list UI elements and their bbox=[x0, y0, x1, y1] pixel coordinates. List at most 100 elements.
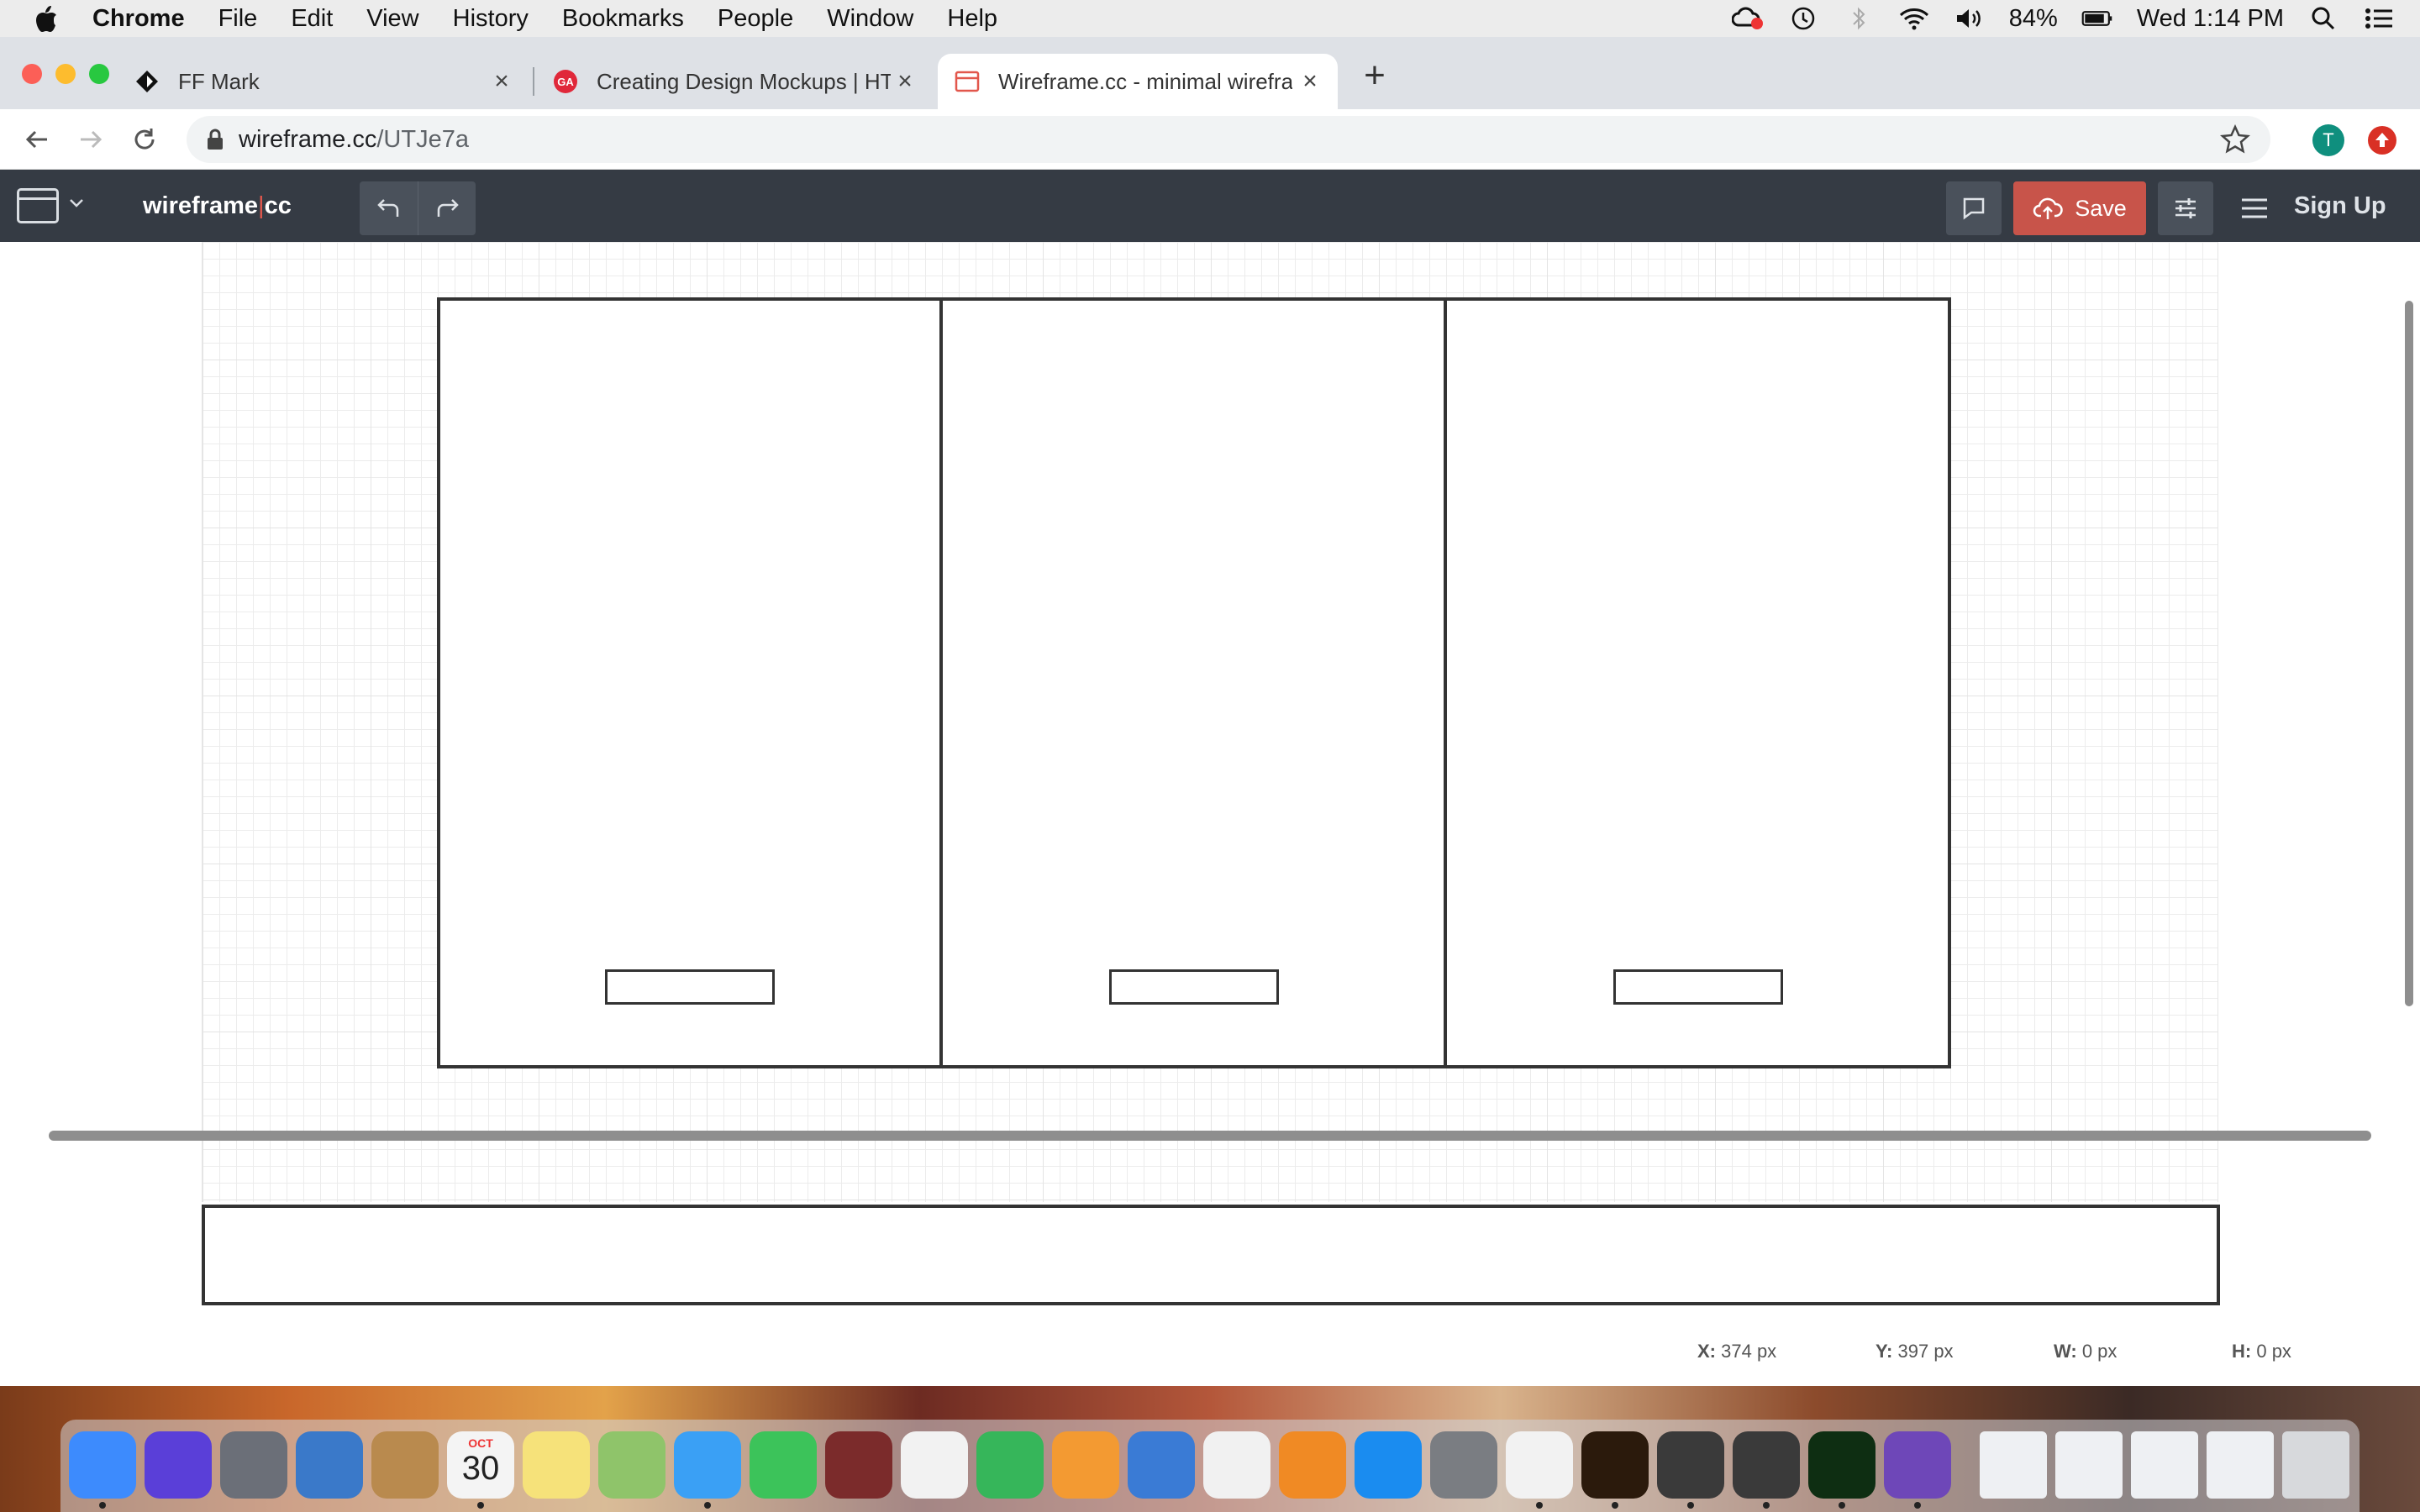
menu-app-name[interactable]: Chrome bbox=[92, 5, 185, 33]
volume-icon[interactable] bbox=[1954, 6, 1986, 31]
wireframe-column-box[interactable] bbox=[939, 297, 1447, 1068]
tab-wireframe-cc[interactable]: Wireframe.cc - minimal wirefra × bbox=[938, 54, 1338, 109]
new-tab-button[interactable]: + bbox=[1360, 57, 1390, 94]
running-indicator bbox=[1536, 1502, 1543, 1509]
tab-close-icon[interactable]: × bbox=[892, 69, 918, 94]
size-w-value: 0 px bbox=[2081, 1341, 2118, 1362]
menu-people[interactable]: People bbox=[718, 5, 793, 33]
sliders-icon bbox=[2175, 198, 2196, 218]
running-indicator bbox=[1763, 1502, 1770, 1509]
tab-close-icon[interactable]: × bbox=[489, 69, 514, 94]
save-button[interactable]: Save bbox=[2013, 181, 2146, 235]
battery-icon[interactable] bbox=[2081, 6, 2113, 31]
lock-icon[interactable] bbox=[203, 128, 227, 151]
coord-x-value: 374 px bbox=[1721, 1341, 1777, 1362]
menu-edit[interactable]: Edit bbox=[291, 5, 333, 33]
system-preferences-icon[interactable] bbox=[1430, 1431, 1497, 1499]
launchpad-icon[interactable] bbox=[220, 1431, 287, 1499]
messages-icon[interactable] bbox=[674, 1431, 741, 1499]
reload-button[interactable] bbox=[128, 123, 161, 156]
chrome-update-icon[interactable] bbox=[2368, 126, 2396, 155]
recent-window-thumbnail[interactable] bbox=[2207, 1431, 2274, 1499]
chrome-icon[interactable] bbox=[1506, 1431, 1573, 1499]
recent-window-thumbnail[interactable] bbox=[2131, 1431, 2198, 1499]
photos-icon[interactable] bbox=[901, 1431, 968, 1499]
clock[interactable]: Wed 1:14 PM bbox=[2137, 5, 2284, 33]
maps-icon[interactable] bbox=[598, 1431, 666, 1499]
tab-close-icon[interactable]: × bbox=[1297, 69, 1323, 94]
keynote-icon[interactable] bbox=[1128, 1431, 1195, 1499]
wireframe-button-box[interactable] bbox=[605, 969, 775, 1005]
github-icon[interactable] bbox=[1884, 1431, 1951, 1499]
horizontal-scrollbar[interactable] bbox=[49, 1131, 2371, 1141]
wifi-icon[interactable] bbox=[1898, 6, 1930, 31]
back-arrow-icon bbox=[25, 130, 47, 149]
tab-ff-mark[interactable]: FF Mark × bbox=[134, 54, 529, 109]
notes-icon[interactable] bbox=[523, 1431, 590, 1499]
menu-history[interactable]: History bbox=[453, 5, 529, 33]
sign-up-link[interactable]: Sign Up bbox=[2294, 192, 2386, 220]
wireframe-button-box[interactable] bbox=[1109, 969, 1279, 1005]
hamburger-menu-button[interactable] bbox=[2233, 181, 2275, 235]
dreamweaver-icon[interactable] bbox=[1808, 1431, 1876, 1499]
wireframe-footer-box[interactable] bbox=[202, 1205, 2220, 1305]
sublime-icon-2[interactable] bbox=[1733, 1431, 1800, 1499]
browser-toolbar: wireframe.cc/UTJe7a T bbox=[0, 109, 2420, 170]
finder-icon[interactable] bbox=[69, 1431, 136, 1499]
close-window-button[interactable] bbox=[22, 64, 42, 84]
url-text[interactable]: wireframe.cc/UTJe7a bbox=[239, 126, 469, 154]
menu-bookmarks[interactable]: Bookmarks bbox=[562, 5, 684, 33]
apple-icon[interactable] bbox=[34, 4, 59, 33]
address-bar[interactable]: wireframe.cc/UTJe7a bbox=[187, 116, 2270, 163]
forward-button[interactable] bbox=[74, 123, 108, 156]
itunes-icon[interactable] bbox=[1203, 1431, 1270, 1499]
menu-help[interactable]: Help bbox=[947, 5, 997, 33]
undo-button[interactable] bbox=[360, 181, 418, 235]
app-logo[interactable]: wireframe|cc bbox=[143, 192, 292, 220]
books-icon[interactable] bbox=[1279, 1431, 1346, 1499]
spotlight-search-icon[interactable] bbox=[2307, 6, 2339, 31]
canvas-workarea[interactable]: X: 374 px Y: 397 px W: 0 px H: 0 px bbox=[0, 242, 2420, 1386]
bookmark-star-icon[interactable] bbox=[2220, 124, 2250, 155]
url-path: /UTJe7a bbox=[376, 126, 469, 153]
zoom-window-button[interactable] bbox=[89, 64, 109, 84]
wireframe-button-box[interactable] bbox=[1613, 969, 1783, 1005]
wireframe-column-box[interactable] bbox=[1444, 297, 1951, 1068]
tab-creating-design-mockups[interactable]: GA Creating Design Mockups | HT × bbox=[538, 54, 933, 109]
wireframe-column-box[interactable] bbox=[437, 297, 943, 1068]
bluetooth-icon[interactable] bbox=[1843, 6, 1875, 31]
illustrator-icon[interactable] bbox=[1581, 1431, 1649, 1499]
recent-window-thumbnail[interactable] bbox=[2055, 1431, 2123, 1499]
settings-button[interactable] bbox=[2158, 181, 2213, 235]
photo-booth-icon[interactable] bbox=[825, 1431, 892, 1499]
page-browser-icon[interactable] bbox=[17, 188, 59, 223]
sublime-icon[interactable] bbox=[1657, 1431, 1724, 1499]
app-store-icon[interactable] bbox=[1355, 1431, 1422, 1499]
chevron-down-icon[interactable] bbox=[67, 193, 86, 212]
save-label: Save bbox=[2075, 195, 2127, 221]
menu-window[interactable]: Window bbox=[827, 5, 913, 33]
redo-button[interactable] bbox=[418, 181, 476, 235]
comment-button[interactable] bbox=[1946, 181, 2002, 235]
facetime-icon[interactable] bbox=[750, 1431, 817, 1499]
running-indicator bbox=[1914, 1502, 1921, 1509]
minimize-window-button[interactable] bbox=[55, 64, 76, 84]
calendar-icon[interactable]: OCT 30 bbox=[447, 1431, 514, 1499]
menu-file[interactable]: File bbox=[218, 5, 258, 33]
notification-center-icon[interactable] bbox=[2363, 6, 2395, 31]
wireframe-favicon-icon bbox=[955, 69, 980, 94]
menu-view[interactable]: View bbox=[366, 5, 418, 33]
creative-cloud-icon[interactable] bbox=[1731, 6, 1764, 31]
time-machine-icon[interactable] bbox=[1787, 6, 1819, 31]
recent-window-thumbnail[interactable] bbox=[1980, 1431, 2047, 1499]
siri-icon[interactable] bbox=[145, 1431, 212, 1499]
numbers-icon[interactable] bbox=[976, 1431, 1044, 1499]
mail-icon[interactable] bbox=[296, 1431, 363, 1499]
back-button[interactable] bbox=[20, 123, 54, 156]
profile-avatar[interactable]: T bbox=[2312, 124, 2344, 156]
trash-icon[interactable] bbox=[2282, 1431, 2349, 1499]
pages-icon[interactable] bbox=[1052, 1431, 1119, 1499]
vertical-scrollbar[interactable] bbox=[2405, 301, 2413, 1006]
contacts-icon[interactable] bbox=[371, 1431, 439, 1499]
svg-text:GA: GA bbox=[557, 76, 574, 88]
